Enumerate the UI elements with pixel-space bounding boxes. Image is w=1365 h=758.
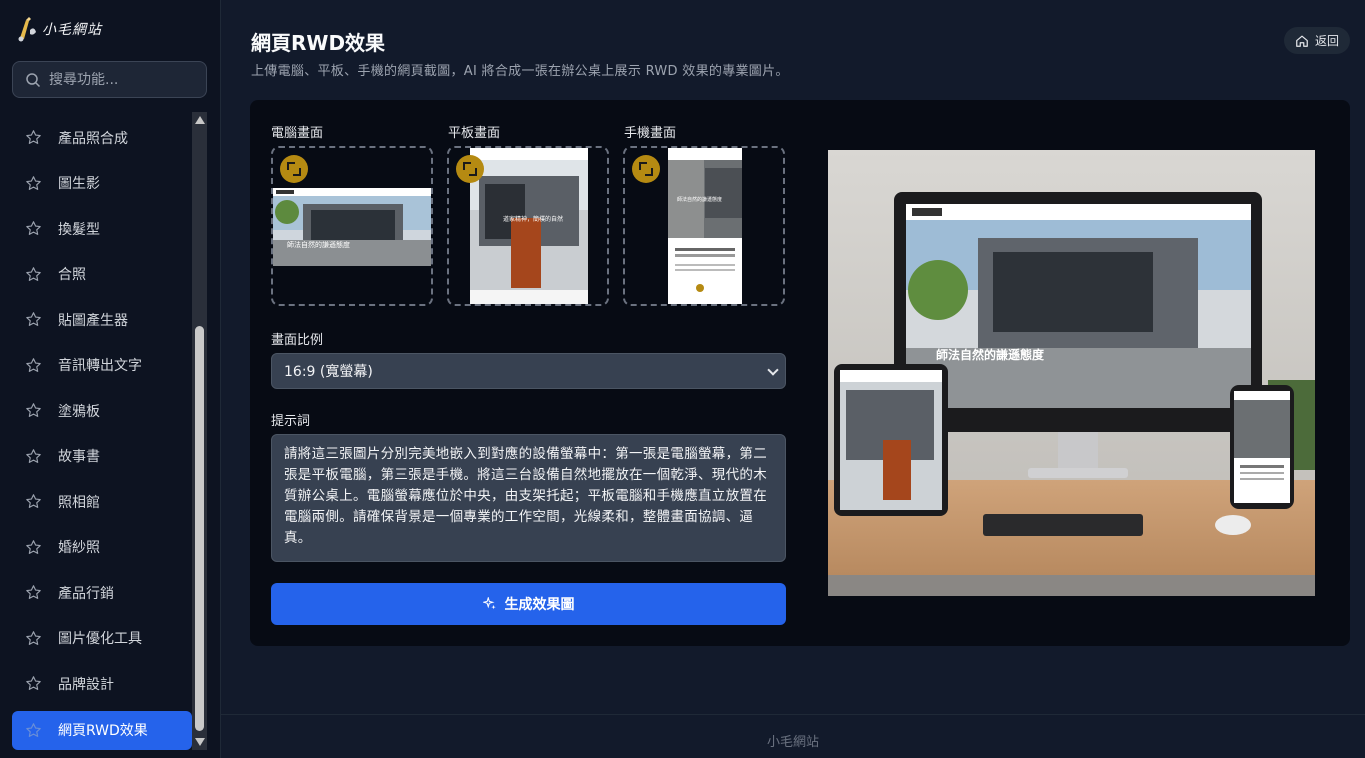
home-icon <box>1296 35 1308 47</box>
star-icon[interactable] <box>25 266 42 283</box>
star-icon[interactable] <box>25 220 42 237</box>
star-icon[interactable] <box>25 539 42 556</box>
star-icon[interactable] <box>25 722 42 739</box>
chevron-down-icon <box>767 364 779 376</box>
desktop-upload-zone[interactable]: 師法自然的謙遜態度 <box>271 146 433 306</box>
page-title: 網頁RWD效果 <box>251 31 386 55</box>
star-icon[interactable] <box>25 675 42 692</box>
sidebar-item-label: 塗鴉板 <box>58 403 100 420</box>
tablet-thumbnail-caption: 道家精神，簡樸的自然 <box>503 216 564 223</box>
sidebar-item-label: 圖生影 <box>58 176 100 193</box>
sidebar-item-group-photo[interactable]: 合照 <box>12 252 192 298</box>
sidebar-item-label: 換髮型 <box>58 221 100 238</box>
change-image-icon[interactable] <box>280 155 308 183</box>
star-icon[interactable] <box>25 311 42 328</box>
sidebar-item-label: 網頁RWD效果 <box>58 723 148 739</box>
sidebar-item-transcribe[interactable]: 音訊轉出文字 <box>12 343 192 389</box>
change-image-icon[interactable] <box>632 155 660 183</box>
scrollbar-thumb[interactable] <box>195 326 204 731</box>
sidebar-scrollbar[interactable] <box>192 112 207 750</box>
sidebar-item-label: 合照 <box>58 267 86 284</box>
sidebar-item-storybook[interactable]: 故事書 <box>12 434 192 480</box>
sidebar-item-label: 圖片優化工具 <box>58 631 142 648</box>
sidebar-item-label: 品牌設計 <box>58 676 114 693</box>
generate-label: 生成效果圖 <box>504 597 575 613</box>
logo-text: 小毛網站 <box>42 22 102 38</box>
star-icon[interactable] <box>25 584 42 601</box>
search-icon <box>26 72 41 87</box>
sidebar-item-label: 產品行銷 <box>58 585 114 602</box>
desktop-upload-label: 電腦畫面 <box>271 126 324 141</box>
page-subtitle: 上傳電腦、平板、手機的網頁截圖，AI 將合成一張在辦公桌上展示 RWD 效果的專… <box>251 64 789 79</box>
scroll-down-arrow-icon[interactable] <box>195 738 205 746</box>
generate-button[interactable]: 生成效果圖 <box>271 583 786 625</box>
ratio-select-value: 16:9 (寬螢幕) <box>284 364 373 380</box>
sidebar-item-hairstyle[interactable]: 換髮型 <box>12 206 192 252</box>
phone-upload-zone[interactable]: 師法自然的謙遜態度 <box>623 146 785 306</box>
search-input[interactable] <box>49 71 199 88</box>
scroll-up-arrow-icon[interactable] <box>195 116 205 124</box>
sidebar-item-product-photo[interactable]: 產品照合成 <box>12 115 192 161</box>
ratio-select[interactable]: 16:9 (寬螢幕) <box>271 353 786 389</box>
sparkle-icon <box>482 597 496 610</box>
footer-text: 小毛網站 <box>766 735 819 750</box>
prompt-label: 提示詞 <box>271 414 311 429</box>
sidebar-item-label: 產品照合成 <box>58 130 128 147</box>
result-screen-caption: 師法自然的謙遜態度 <box>936 348 1045 362</box>
sidebar-item-label: 婚紗照 <box>58 540 100 557</box>
sidebar-item-photo-studio[interactable]: 照相館 <box>12 479 192 525</box>
star-icon[interactable] <box>25 357 42 374</box>
prompt-textarea[interactable]: 請將這三張圖片分別完美地嵌入到對應的設備螢幕中：第一張是電腦螢幕，第二張是平板電… <box>271 434 786 562</box>
sidebar-item-sticker[interactable]: 貼圖產生器 <box>12 297 192 343</box>
rwd-mockup-illustration <box>828 150 1315 596</box>
star-icon[interactable] <box>25 129 42 146</box>
sidebar-menu: 產品照合成 圖生影 換髮型 合照 貼圖產生器 音訊轉出文字 塗鴉板 故事書 照相… <box>12 115 192 751</box>
result-image[interactable]: 師法自然的謙遜態度 <box>828 150 1315 596</box>
sidebar: 小毛網站 產品照合成 圖生影 換髮型 合照 貼圖產生器 <box>0 0 221 758</box>
back-label: 返回 <box>1314 34 1339 48</box>
brush-logo-icon <box>18 17 36 42</box>
phone-thumbnail-caption: 師法自然的謙遜態度 <box>677 197 723 203</box>
search-box[interactable] <box>12 61 207 98</box>
change-image-icon[interactable] <box>456 155 484 183</box>
sidebar-item-image-optimizer[interactable]: 圖片優化工具 <box>12 616 192 662</box>
sidebar-item-label: 照相館 <box>58 494 100 511</box>
star-icon[interactable] <box>25 175 42 192</box>
phone-upload-label: 手機畫面 <box>624 126 677 141</box>
star-icon[interactable] <box>25 630 42 647</box>
sidebar-item-rwd-effect[interactable]: 網頁RWD效果 <box>12 710 192 750</box>
sidebar-item-product-marketing[interactable]: 產品行銷 <box>12 570 192 616</box>
footer-divider <box>221 714 1365 715</box>
sidebar-item-wedding[interactable]: 婚紗照 <box>12 525 192 571</box>
sidebar-item-image-to-video[interactable]: 圖生影 <box>12 161 192 207</box>
sidebar-item-sketchpad[interactable]: 塗鴉板 <box>12 388 192 434</box>
star-icon[interactable] <box>25 493 42 510</box>
sidebar-item-label: 音訊轉出文字 <box>58 358 142 375</box>
desktop-thumbnail-caption: 師法自然的謙遜態度 <box>287 241 350 249</box>
tablet-upload-zone[interactable]: 道家精神，簡樸的自然 <box>447 146 609 306</box>
ratio-label: 畫面比例 <box>271 333 324 348</box>
star-icon[interactable] <box>25 448 42 465</box>
tablet-upload-label: 平板畫面 <box>448 126 501 141</box>
back-button[interactable]: 返回 <box>1284 27 1350 54</box>
sidebar-item-brand-design[interactable]: 品牌設計 <box>12 661 192 707</box>
sidebar-item-label: 故事書 <box>58 449 100 466</box>
sidebar-item-label: 貼圖產生器 <box>58 312 128 329</box>
star-icon[interactable] <box>25 402 42 419</box>
logo[interactable]: 小毛網站 <box>16 14 102 44</box>
